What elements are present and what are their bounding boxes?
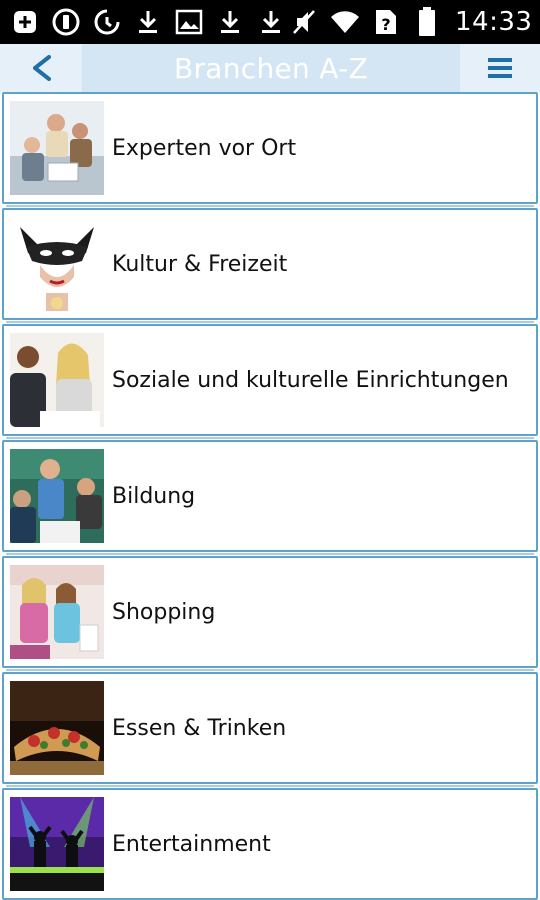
- download-icon: [254, 7, 287, 37]
- classroom-thumbnail: [10, 449, 104, 543]
- title-area: Branchen A-Z: [82, 44, 460, 92]
- list-item-soziale-kulturelle-einrichtungen[interactable]: Soziale und kulturelle Einrichtungen: [2, 324, 538, 439]
- page-title: Branchen A-Z: [173, 51, 369, 85]
- download-icon: [213, 7, 246, 37]
- pizza-thumbnail: [10, 681, 104, 775]
- list-item-bildung[interactable]: Bildung: [2, 440, 538, 555]
- concert-crowd-thumbnail: [10, 797, 104, 891]
- status-bar: ? 14:33: [0, 0, 540, 44]
- battery-icon: [410, 7, 443, 37]
- chevron-left-icon: [33, 55, 51, 81]
- list-item-entertainment[interactable]: Entertainment: [2, 788, 538, 900]
- list-item-label: Soziale und kulturelle Einrichtungen: [112, 367, 509, 393]
- category-list: Experten vor Ort Kultur & Freizeit Sozia…: [0, 92, 540, 900]
- app-bar: Branchen A-Z: [0, 44, 540, 92]
- system-icons: ? 14:33: [287, 7, 532, 37]
- back-button[interactable]: [0, 44, 82, 92]
- notification-icons: [8, 7, 287, 37]
- list-item-label: Kultur & Freizeit: [112, 251, 288, 277]
- list-item-label: Bildung: [112, 483, 196, 509]
- list-item-label: Essen & Trinken: [112, 715, 287, 741]
- masquerade-mask-thumbnail: [10, 217, 104, 311]
- hamburger-menu-icon: [488, 58, 512, 78]
- sync-icon: [90, 7, 123, 37]
- menu-button[interactable]: [460, 44, 540, 92]
- list-item-experten-vor-ort[interactable]: Experten vor Ort: [2, 92, 538, 207]
- image-icon: [172, 7, 205, 37]
- list-item-shopping[interactable]: Shopping: [2, 556, 538, 671]
- consultation-thumbnail: [10, 333, 104, 427]
- shopping-women-thumbnail: [10, 565, 104, 659]
- download-icon: [131, 7, 164, 37]
- business-meeting-thumbnail: [10, 101, 104, 195]
- list-item-essen-trinken[interactable]: Essen & Trinken: [2, 672, 538, 787]
- list-item-label: Entertainment: [112, 831, 271, 857]
- list-item-label: Experten vor Ort: [112, 135, 297, 161]
- wifi-icon: [328, 7, 361, 37]
- mute-icon: [287, 7, 320, 37]
- alert-circle-icon: [49, 7, 82, 37]
- list-item-kultur-freizeit[interactable]: Kultur & Freizeit: [2, 208, 538, 323]
- list-item-label: Shopping: [112, 599, 216, 625]
- svg-text:?: ?: [381, 15, 390, 34]
- no-sim-icon: ?: [369, 7, 402, 37]
- plus-box-icon: [8, 7, 41, 37]
- clock-time: 14:33: [455, 7, 533, 37]
